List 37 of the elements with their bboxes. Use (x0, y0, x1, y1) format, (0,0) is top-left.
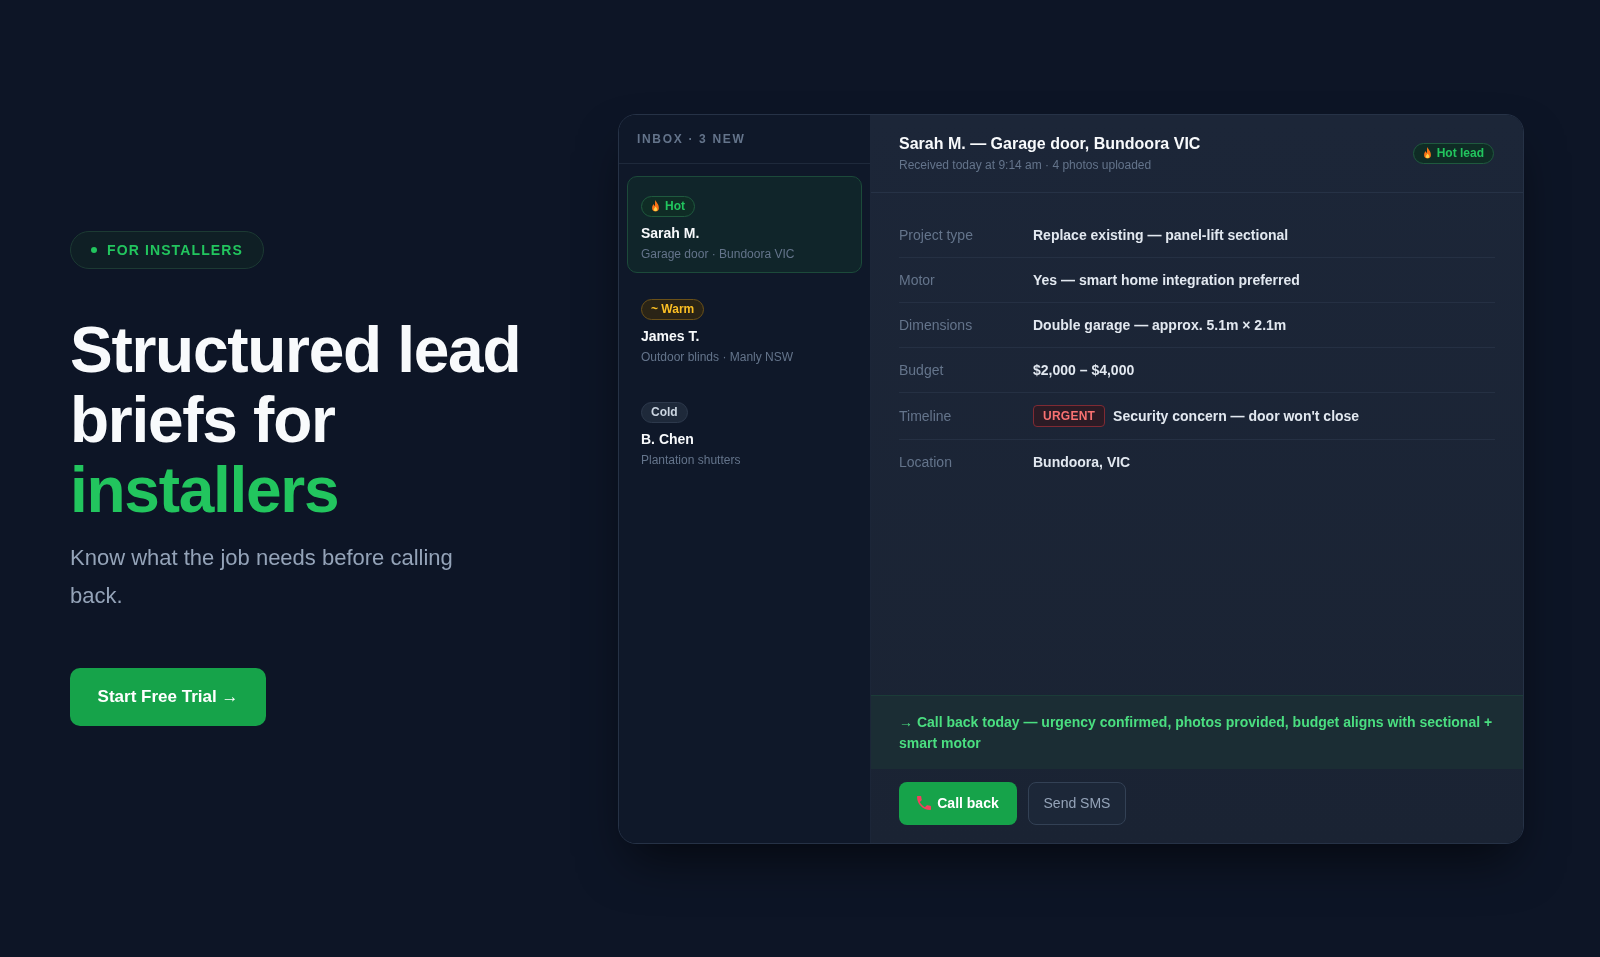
flame-icon (651, 200, 660, 212)
tag-label: Hot lead (1436, 147, 1484, 159)
lead-name: B. Chen (641, 429, 694, 449)
phone-icon (917, 796, 932, 810)
lead-name: Sarah M. (641, 223, 700, 243)
field-label: Location (899, 453, 953, 472)
tag-label: Hot (665, 200, 685, 212)
send-sms-button[interactable]: Send SMS (1028, 781, 1126, 825)
lead-name: James T. (641, 326, 700, 346)
field-value: Bundoora, VIC (1033, 453, 1131, 472)
recommendation-text: → Call back today — urgency confirmed, photos provided, budget aligns with sectional + smart motor (899, 712, 1494, 753)
eyebrow-text: FOR INSTALLERS (107, 240, 243, 260)
lead-list-item[interactable]: Hot Sarah M. Garage door · Bundoora VIC (627, 175, 862, 273)
flame-icon (1422, 147, 1432, 159)
field-label: Timeline (899, 406, 953, 426)
lead-list-item[interactable]: ~ Warm James T. Outdoor blinds · Manly NSW (627, 278, 862, 376)
field-label: Budget (899, 360, 945, 380)
headline: Structured lead briefs for installers (70, 315, 522, 525)
field-value: Security concern — door won't close (1113, 406, 1360, 426)
field-value: Replace existing — panel-lift sectional (1033, 225, 1289, 245)
hero-subtitle: Know what the job needs before calling back. (70, 544, 454, 610)
lead-title: Sarah M. — Garage door, Bundoora VIC (899, 134, 1201, 154)
lead-summary: Outdoor blinds · Manly NSW (641, 348, 794, 365)
lead-list-item[interactable]: Cold B. Chen Plantation shutters (627, 381, 862, 479)
field-label: Project type (899, 225, 974, 245)
tag-label: Cold (651, 406, 678, 418)
lead-summary: Plantation shutters (641, 451, 741, 468)
tag-label: ~ Warm (651, 303, 695, 315)
field-label: Motor (899, 270, 936, 290)
field-value: Double garage — approx. 5.1m × 2.1m (1033, 315, 1287, 335)
inbox-header: INBOX · 3 NEW (637, 130, 746, 148)
lead-summary: Garage door · Bundoora VIC (641, 245, 795, 262)
field-value: Yes — smart home integration preferred (1033, 270, 1300, 290)
field-label: Dimensions (899, 315, 974, 335)
field-value: $2,000 – $4,000 (1033, 360, 1135, 380)
lead-meta: Received today at 9:14 am · 4 photos uploaded (899, 157, 1153, 173)
urgency-tag: URGENT (1033, 404, 1106, 427)
